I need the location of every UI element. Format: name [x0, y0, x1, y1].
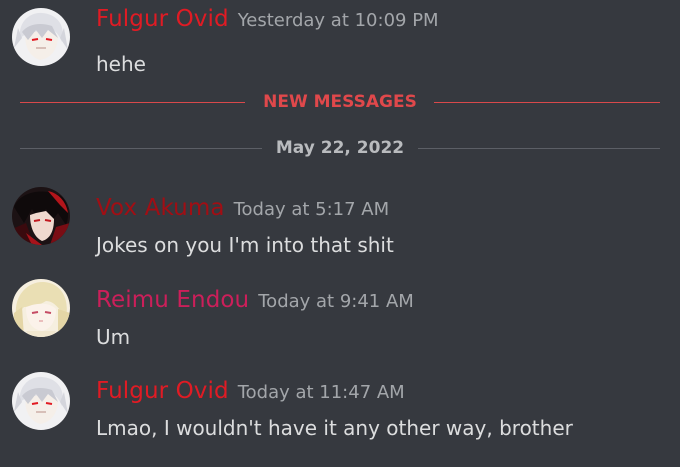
username[interactable]: Vox Akuma — [96, 195, 225, 221]
message-header: Fulgur Ovid Yesterday at 10:09 PM — [96, 6, 439, 32]
username[interactable]: Reimu Endou — [96, 287, 249, 313]
new-messages-divider: NEW MESSAGES — [20, 90, 660, 114]
avatar[interactable] — [12, 279, 70, 337]
new-messages-label: NEW MESSAGES — [263, 92, 417, 112]
timestamp[interactable]: Today at 5:17 AM — [234, 199, 390, 220]
avatar[interactable] — [12, 8, 70, 66]
username[interactable]: Fulgur Ovid — [96, 6, 229, 32]
timestamp[interactable]: Yesterday at 10:09 PM — [238, 10, 439, 31]
timestamp[interactable]: Today at 9:41 AM — [258, 291, 414, 312]
message-text: hehe — [96, 52, 146, 76]
message-header: Reimu Endou Today at 9:41 AM — [96, 287, 414, 313]
fulgur-ovid-avatar-icon — [12, 372, 70, 430]
avatar[interactable] — [12, 187, 70, 245]
message-text: Um — [96, 325, 131, 349]
message-header: Fulgur Ovid Today at 11:47 AM — [96, 378, 405, 404]
message-header: Vox Akuma Today at 5:17 AM — [96, 195, 389, 221]
timestamp[interactable]: Today at 11:47 AM — [238, 382, 405, 403]
vox-akuma-avatar-icon — [12, 187, 70, 245]
fulgur-ovid-avatar-icon — [12, 8, 70, 66]
username[interactable]: Fulgur Ovid — [96, 378, 229, 404]
reimu-endou-avatar-icon — [12, 279, 70, 337]
message-text: Jokes on you I'm into that shit — [96, 233, 394, 257]
date-divider: May 22, 2022 — [20, 136, 660, 160]
avatar[interactable] — [12, 372, 70, 430]
message-text: Lmao, I wouldn't have it any other way, … — [96, 416, 573, 440]
date-label: May 22, 2022 — [275, 138, 405, 158]
